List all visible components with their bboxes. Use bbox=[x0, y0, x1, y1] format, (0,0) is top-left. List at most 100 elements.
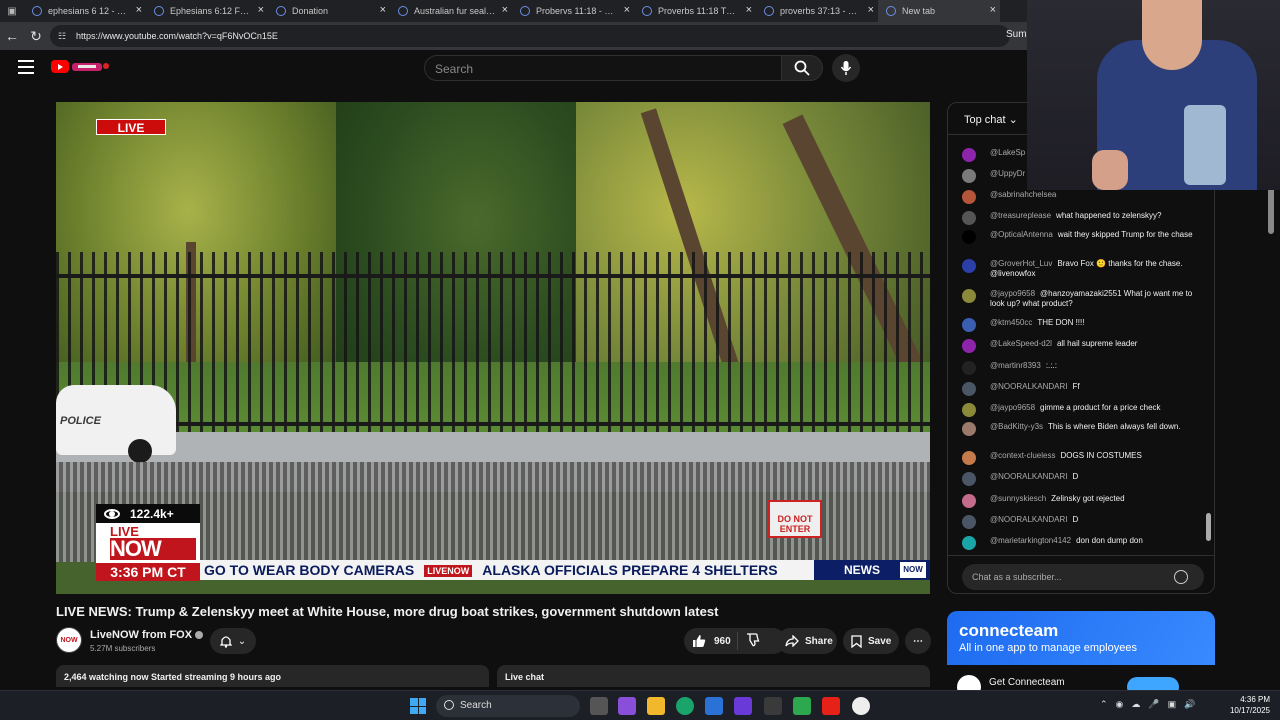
eye-icon bbox=[104, 508, 120, 519]
video-player[interactable]: POLICE DO NOT ENTER LIVE 122.4k+ LIVE NO… bbox=[56, 102, 930, 594]
chat-username[interactable]: @OpticalAntenna bbox=[990, 230, 1053, 239]
edge-browser-icon[interactable] bbox=[676, 697, 694, 715]
chat-avatar[interactable] bbox=[962, 515, 976, 529]
chat-avatar[interactable] bbox=[962, 451, 976, 465]
close-icon[interactable]: × bbox=[136, 4, 142, 16]
browser-tab[interactable]: New tab × bbox=[878, 0, 1000, 22]
app-icon[interactable] bbox=[793, 697, 811, 715]
taskbar-clock[interactable]: 4:36 PM 10/17/2025 bbox=[1224, 694, 1270, 716]
live-chat-bar[interactable]: Live chat bbox=[497, 665, 930, 687]
chat-username[interactable]: @jaypo9658 bbox=[990, 289, 1035, 298]
browser-tab[interactable]: proverbs 37:13 - Search × bbox=[756, 0, 878, 22]
browser-tab[interactable]: Australian fur seal - Se × bbox=[390, 0, 512, 22]
chat-username[interactable]: @marietarkington4142 bbox=[990, 536, 1071, 545]
browser-tab[interactable]: Probervs 11:18 - Search × bbox=[512, 0, 634, 22]
chat-avatar[interactable] bbox=[962, 190, 976, 204]
reload-icon[interactable]: ↻ bbox=[24, 24, 48, 48]
close-icon[interactable]: × bbox=[990, 4, 996, 16]
browser-tab[interactable]: Proverbs 11:18 The wi × bbox=[634, 0, 756, 22]
chat-input[interactable]: Chat as a subscriber... bbox=[962, 564, 1204, 590]
file-explorer-icon[interactable] bbox=[647, 697, 665, 715]
store-icon[interactable] bbox=[705, 697, 723, 715]
chat-username[interactable]: @martinr8393 bbox=[990, 361, 1041, 370]
emoji-icon[interactable] bbox=[1174, 570, 1188, 584]
chat-username[interactable]: @context-clueless bbox=[990, 451, 1055, 460]
close-icon[interactable]: × bbox=[746, 4, 752, 16]
search-button[interactable] bbox=[781, 55, 823, 81]
chat-avatar[interactable] bbox=[962, 211, 976, 225]
more-actions-button[interactable]: ⋯ bbox=[905, 628, 931, 654]
copilot-icon[interactable] bbox=[618, 697, 636, 715]
chat-avatar[interactable] bbox=[962, 403, 976, 417]
youtube-logo[interactable] bbox=[51, 60, 69, 73]
voice-search-button[interactable] bbox=[832, 54, 860, 82]
browser-tab[interactable]: ephesians 6 12 - Search × bbox=[24, 0, 146, 22]
chat-avatar[interactable] bbox=[962, 230, 976, 244]
chat-scrollbar[interactable] bbox=[1206, 513, 1211, 541]
snipping-tool-icon[interactable] bbox=[764, 697, 782, 715]
save-button[interactable]: Save bbox=[843, 628, 899, 654]
chat-avatar[interactable] bbox=[962, 494, 976, 508]
ad-cta-name[interactable]: Get Connecteam bbox=[989, 677, 1065, 688]
top-chat-dropdown[interactable]: Top chat ⌄ bbox=[964, 113, 1018, 126]
close-icon[interactable]: × bbox=[624, 4, 630, 16]
chat-username[interactable]: @ktm450cc bbox=[990, 318, 1032, 327]
chat-avatar[interactable] bbox=[962, 259, 976, 273]
chat-avatar[interactable] bbox=[962, 472, 976, 486]
channel-name[interactable]: LiveNOW from FOX bbox=[90, 629, 204, 641]
taskbar-search[interactable]: Search bbox=[436, 695, 580, 717]
channel-avatar[interactable]: NOW bbox=[56, 627, 82, 653]
channel-name-text[interactable]: LiveNOW from FOX bbox=[90, 629, 192, 641]
browser-tab[interactable]: Ephesians 6:12 For our × bbox=[146, 0, 268, 22]
browser-tab[interactable]: Donation × bbox=[268, 0, 390, 22]
close-icon[interactable]: × bbox=[380, 4, 386, 16]
chat-avatar[interactable] bbox=[962, 422, 976, 436]
dislike-button[interactable] bbox=[738, 632, 760, 650]
chat-username[interactable]: @treasureplease bbox=[990, 211, 1051, 220]
share-button[interactable]: Share bbox=[777, 628, 837, 654]
doodle-logo[interactable] bbox=[70, 60, 112, 74]
url-field[interactable]: ☷ https://www.youtube.com/watch?v=qF6NvO… bbox=[50, 25, 1010, 47]
system-tray[interactable]: ⌃◉☁🎤▣🔊 bbox=[1100, 699, 1203, 710]
chat-username[interactable]: @LakeSpeed-d2l bbox=[990, 339, 1052, 348]
chat-username[interactable]: @GroverHot_Luv bbox=[990, 259, 1052, 268]
chat-text: THE DON !!!! bbox=[1037, 318, 1085, 327]
youtube-taskbar-icon[interactable] bbox=[822, 697, 840, 715]
chat-username[interactable]: @sabrinahchelsea bbox=[990, 190, 1056, 199]
chat-username[interactable]: @jaypo9658 bbox=[990, 403, 1035, 412]
close-icon[interactable]: × bbox=[258, 4, 264, 16]
chat-avatar[interactable] bbox=[962, 289, 976, 303]
chat-avatar[interactable] bbox=[962, 339, 976, 353]
like-button[interactable]: 960 bbox=[684, 632, 738, 650]
site-info-icon[interactable]: ☷ bbox=[58, 31, 70, 41]
chat-username[interactable]: @NOORALKANDARI bbox=[990, 515, 1067, 524]
menu-icon[interactable] bbox=[18, 60, 34, 74]
chat-username[interactable]: @sunnyskiesch bbox=[990, 494, 1046, 503]
chat-avatar[interactable] bbox=[962, 536, 976, 550]
chat-avatar[interactable] bbox=[962, 169, 976, 183]
windows-start-icon[interactable] bbox=[410, 698, 426, 714]
close-icon[interactable]: × bbox=[868, 4, 874, 16]
tab-actions-icon[interactable]: ▣ bbox=[0, 0, 24, 22]
search-input[interactable]: Search bbox=[424, 55, 782, 81]
chat-username[interactable]: @NOORALKANDARI bbox=[990, 472, 1067, 481]
chat-avatar[interactable] bbox=[962, 318, 976, 332]
page-scrollbar[interactable] bbox=[1268, 186, 1274, 234]
chat-username[interactable]: @BadKitty-y3s bbox=[990, 422, 1043, 431]
chat-message-list[interactable]: @LakeSp @UppyDr @sabrinahchelsea @treasurep… bbox=[948, 135, 1214, 555]
chat-username[interactable]: @NOORALKANDARI bbox=[990, 382, 1067, 391]
task-view-icon[interactable] bbox=[590, 697, 608, 715]
app-icon[interactable] bbox=[734, 697, 752, 715]
chat-avatar[interactable] bbox=[962, 382, 976, 396]
sponsored-ad[interactable]: connecteam All in one app to manage empl… bbox=[947, 611, 1215, 691]
chat-username[interactable]: @UppyDr bbox=[990, 169, 1025, 178]
back-icon[interactable]: ← bbox=[0, 24, 24, 48]
chat-username[interactable]: @LakeSp bbox=[990, 148, 1025, 157]
watching-now-bar[interactable]: 2,464 watching now Started streaming 9 h… bbox=[56, 665, 489, 687]
close-icon[interactable]: × bbox=[502, 4, 508, 16]
chrome-icon[interactable] bbox=[852, 697, 870, 715]
ad-cta-button[interactable] bbox=[1127, 677, 1179, 691]
chat-avatar[interactable] bbox=[962, 361, 976, 375]
chat-avatar[interactable] bbox=[962, 148, 976, 162]
notification-bell-button[interactable]: ⌄ bbox=[210, 628, 256, 654]
